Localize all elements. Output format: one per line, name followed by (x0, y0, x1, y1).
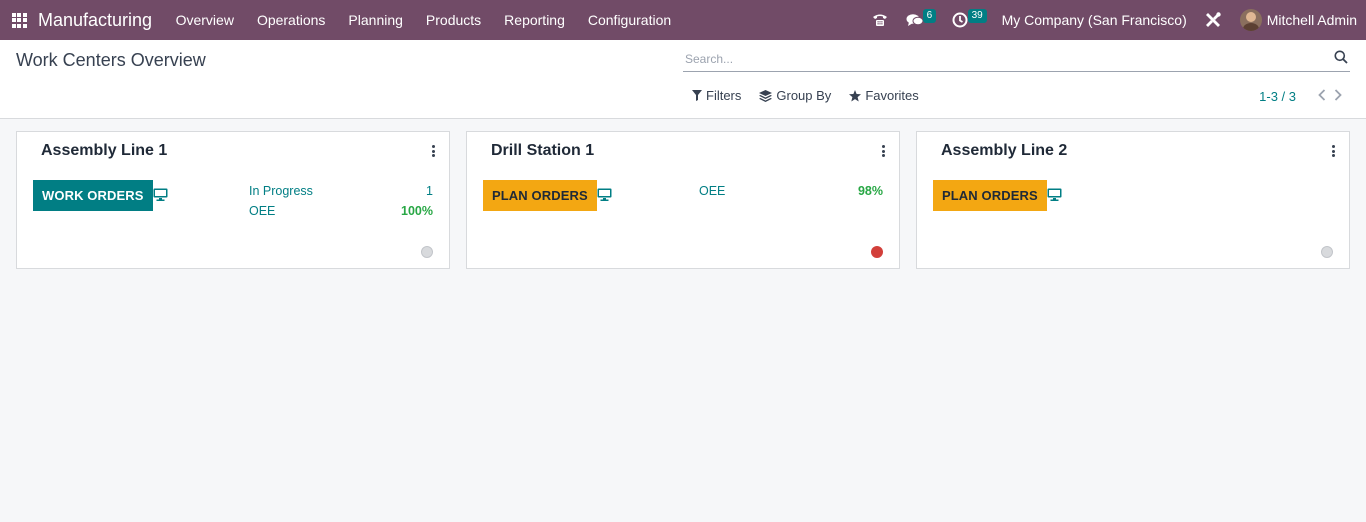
workcenter-name[interactable]: Drill Station 1 (491, 142, 594, 160)
monitor-icon[interactable] (153, 188, 168, 204)
apps-menu-icon[interactable] (0, 0, 38, 40)
status-dot[interactable] (421, 246, 433, 258)
company-switcher[interactable]: My Company (San Francisco) (1002, 12, 1187, 28)
star-icon (849, 89, 862, 101)
filter-icon (692, 90, 702, 101)
menu-overview[interactable]: Overview (164, 0, 245, 40)
menu-operations[interactable]: Operations (245, 0, 336, 40)
phone-icon[interactable] (872, 0, 892, 40)
workcenter-name[interactable]: Assembly Line 2 (941, 142, 1067, 160)
favorites-label: Favorites (865, 88, 919, 103)
status-dot[interactable] (871, 246, 883, 258)
search-icon[interactable] (1334, 50, 1348, 67)
filters-button[interactable]: Filters (692, 88, 741, 103)
search-options: Filters Group By Favorites (692, 88, 937, 103)
stat-value[interactable]: 98% (858, 184, 883, 198)
layers-icon (759, 89, 773, 102)
app-brand[interactable]: Manufacturing (38, 10, 152, 31)
favorites-button[interactable]: Favorites (849, 88, 919, 103)
group-by-button[interactable]: Group By (759, 88, 831, 103)
top-navbar: Manufacturing Overview Operations Planni… (0, 0, 1366, 40)
stat-value[interactable]: 1 (426, 184, 433, 198)
workcenter-card: Assembly Line 2 PLAN ORDERS (916, 131, 1350, 269)
stat-oee: OEE 98% (699, 184, 883, 198)
group-by-label: Group By (776, 88, 832, 103)
page-title: Work Centers Overview (16, 50, 206, 70)
pager: 1-3 / 3 (1259, 88, 1342, 104)
debug-tools-icon[interactable] (1204, 0, 1224, 40)
work-orders-button[interactable]: WORK ORDERS (33, 180, 153, 211)
messages-icon[interactable]: 6 (906, 0, 942, 40)
plan-orders-button[interactable]: PLAN ORDERS (483, 180, 597, 211)
user-name: Mitchell Admin (1266, 12, 1357, 28)
stat-value[interactable]: 100% (401, 204, 433, 218)
pager-value[interactable]: 1-3 / 3 (1259, 89, 1296, 104)
card-menu-icon[interactable] (429, 144, 437, 158)
card-menu-icon[interactable] (879, 144, 887, 158)
menu-products[interactable]: Products (414, 0, 492, 40)
search-box (683, 48, 1350, 72)
workcenter-name[interactable]: Assembly Line 1 (41, 142, 167, 160)
stat-oee: OEE 100% (249, 204, 433, 218)
monitor-icon[interactable] (1047, 188, 1062, 204)
activities-icon[interactable]: 39 (952, 0, 990, 40)
pager-previous-icon[interactable] (1318, 88, 1326, 104)
stat-in-progress: In Progress 1 (249, 184, 433, 198)
messages-badge: 6 (922, 9, 937, 23)
menu-planning[interactable]: Planning (337, 0, 415, 40)
activities-badge: 39 (967, 9, 987, 23)
control-panel: Work Centers Overview Filters Group By (0, 40, 1366, 119)
stat-label[interactable]: In Progress (249, 184, 313, 198)
status-dot[interactable] (1321, 246, 1333, 258)
menu-configuration[interactable]: Configuration (576, 0, 682, 40)
avatar (1239, 9, 1262, 31)
search-input[interactable] (683, 48, 1313, 70)
monitor-icon[interactable] (597, 188, 612, 204)
stat-label[interactable]: OEE (249, 204, 275, 218)
navbar-systray: 6 39 My Company (San Francisco) Mitchell… (872, 0, 1366, 40)
user-menu[interactable]: Mitchell Admin (1239, 9, 1357, 31)
menu-reporting[interactable]: Reporting (493, 0, 577, 40)
workcenter-card: Assembly Line 1 WORK ORDERS In Progress … (16, 131, 450, 269)
workcenter-card: Drill Station 1 PLAN ORDERS OEE 98% (466, 131, 900, 269)
stat-label[interactable]: OEE (699, 184, 725, 198)
filters-label: Filters (706, 88, 742, 103)
plan-orders-button[interactable]: PLAN ORDERS (933, 180, 1047, 211)
pager-next-icon[interactable] (1334, 88, 1342, 104)
card-menu-icon[interactable] (1329, 144, 1337, 158)
